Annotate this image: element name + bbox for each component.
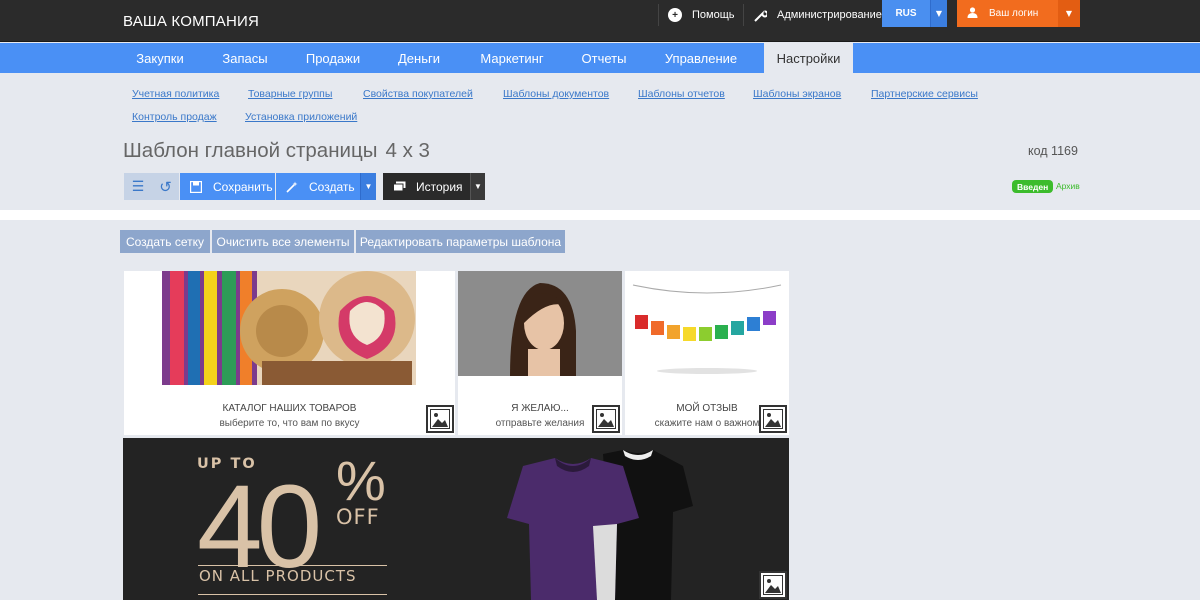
page-title: Шаблон главной страницы 4 x 3 — [123, 139, 430, 163]
history-button[interactable]: История — [383, 173, 470, 200]
archive-link[interactable]: Архив — [1056, 181, 1080, 191]
history-label: История — [416, 179, 463, 194]
chevron-down-icon: ▼ — [474, 182, 482, 191]
hamburger-icon: ☰ — [131, 178, 145, 194]
sublink-product-groups[interactable]: Товарные группы — [248, 88, 332, 100]
banner-off: OFF — [336, 505, 380, 529]
status-badge: Введен — [1012, 180, 1054, 193]
banner-tagline: ON ALL PRODUCTS — [199, 567, 357, 585]
save-label: Сохранить — [213, 179, 273, 194]
nav-item-stock[interactable]: Запасы — [210, 43, 280, 73]
clear-all-button[interactable]: Очистить все элементы — [212, 230, 354, 253]
divider — [0, 210, 1200, 220]
chevron-down-icon[interactable]: ▼ — [1058, 0, 1080, 27]
tile-wish[interactable]: Я ЖЕЛАЮ... отправьте желания — [458, 271, 622, 435]
nav-item-management[interactable]: Управление — [652, 43, 750, 73]
nav-item-settings[interactable]: Настройки — [764, 43, 853, 73]
nav-item-sales[interactable]: Продажи — [294, 43, 372, 73]
sublink-screen-templates[interactable]: Шаблоны экранов — [753, 88, 841, 100]
review-image — [625, 271, 789, 381]
wish-image — [458, 271, 622, 376]
create-label: Создать — [309, 179, 355, 194]
plus-circle-icon: + — [668, 8, 682, 22]
promo-banner[interactable]: UP TO 40 % OFF ON ALL PRODUCTS — [123, 438, 789, 600]
divider — [743, 4, 744, 26]
create-grid-button[interactable]: Создать сетку — [120, 230, 210, 253]
user-menu[interactable]: Ваш логин ▼ — [957, 0, 1080, 27]
user-icon — [967, 6, 978, 21]
grid-size: 4 x 3 — [385, 139, 430, 162]
tile-review[interactable]: МОЙ ОТЗЫВ скажите нам о важном — [625, 271, 789, 435]
admin-label: Администрирование — [777, 9, 882, 21]
undo-button[interactable]: ↺ — [152, 173, 179, 200]
login-label: Ваш логин — [989, 8, 1039, 19]
help-link[interactable]: + Помощь — [668, 0, 735, 30]
nav-item-purchases[interactable]: Закупки — [123, 43, 197, 73]
tile-subtitle: выберите то, что вам по вкусу — [219, 418, 360, 429]
admin-link[interactable]: Администрирование — [753, 0, 882, 30]
divider — [198, 594, 387, 595]
magic-wand-icon — [285, 181, 299, 193]
sublink-report-templates[interactable]: Шаблоны отчетов — [638, 88, 725, 100]
image-icon[interactable] — [592, 405, 620, 433]
floppy-disk-icon — [189, 180, 203, 193]
chevron-down-icon: ▼ — [364, 182, 373, 191]
history-dropdown-button[interactable]: ▼ — [470, 173, 485, 200]
company-logo[interactable]: ВАША КОМПАНИЯ — [123, 13, 259, 30]
top-bar: ВАША КОМПАНИЯ + Помощь Администрирование… — [0, 0, 1200, 42]
catalog-image — [162, 271, 416, 385]
tile-catalog[interactable]: КАТАЛОГ НАШИХ ТОВАРОВ выберите то, что в… — [124, 271, 455, 435]
banner-percent: % — [336, 449, 386, 512]
language-selector[interactable]: RUS ▼ — [882, 0, 947, 27]
divider — [658, 4, 659, 26]
language-label: RUS — [895, 8, 917, 19]
login-button[interactable]: Ваш логин — [957, 0, 1058, 27]
history-icon — [392, 181, 406, 192]
nav-item-money[interactable]: Деньги — [386, 43, 452, 73]
edit-template-params-button[interactable]: Редактировать параметры шаблона — [356, 230, 565, 253]
main-nav: Закупки Запасы Продажи Деньги Маркетинг … — [0, 43, 1200, 73]
create-button[interactable]: Создать — [276, 173, 360, 200]
sublink-partner-services[interactable]: Партнерские сервисы — [871, 88, 978, 100]
menu-button[interactable]: ☰ — [124, 173, 152, 200]
record-code: код 1169 — [1028, 144, 1078, 158]
nav-item-marketing[interactable]: Маркетинг — [466, 43, 558, 73]
save-button[interactable]: Сохранить — [180, 173, 275, 200]
page-title-text: Шаблон главной страницы — [123, 139, 378, 162]
undo-icon: ↺ — [159, 178, 172, 196]
sublink-accounting-policy[interactable]: Учетная политика — [132, 88, 219, 100]
image-icon[interactable] — [426, 405, 454, 433]
divider — [198, 565, 387, 566]
wrench-icon — [753, 8, 767, 22]
image-icon[interactable] — [759, 571, 787, 599]
help-label: Помощь — [692, 9, 735, 21]
sublink-customer-properties[interactable]: Свойства покупателей — [363, 88, 473, 100]
sublink-app-install[interactable]: Установка приложений — [245, 111, 357, 123]
nav-item-reports[interactable]: Отчеты — [570, 43, 638, 73]
image-icon[interactable] — [759, 405, 787, 433]
create-dropdown-button[interactable]: ▼ — [360, 173, 376, 200]
sublink-document-templates[interactable]: Шаблоны документов — [503, 88, 609, 100]
tile-title: КАТАЛОГ НАШИХ ТОВАРОВ — [222, 403, 357, 414]
tshirt-image — [507, 450, 693, 600]
sublink-sales-control[interactable]: Контроль продаж — [132, 111, 217, 123]
chevron-down-icon[interactable]: ▼ — [930, 0, 947, 27]
